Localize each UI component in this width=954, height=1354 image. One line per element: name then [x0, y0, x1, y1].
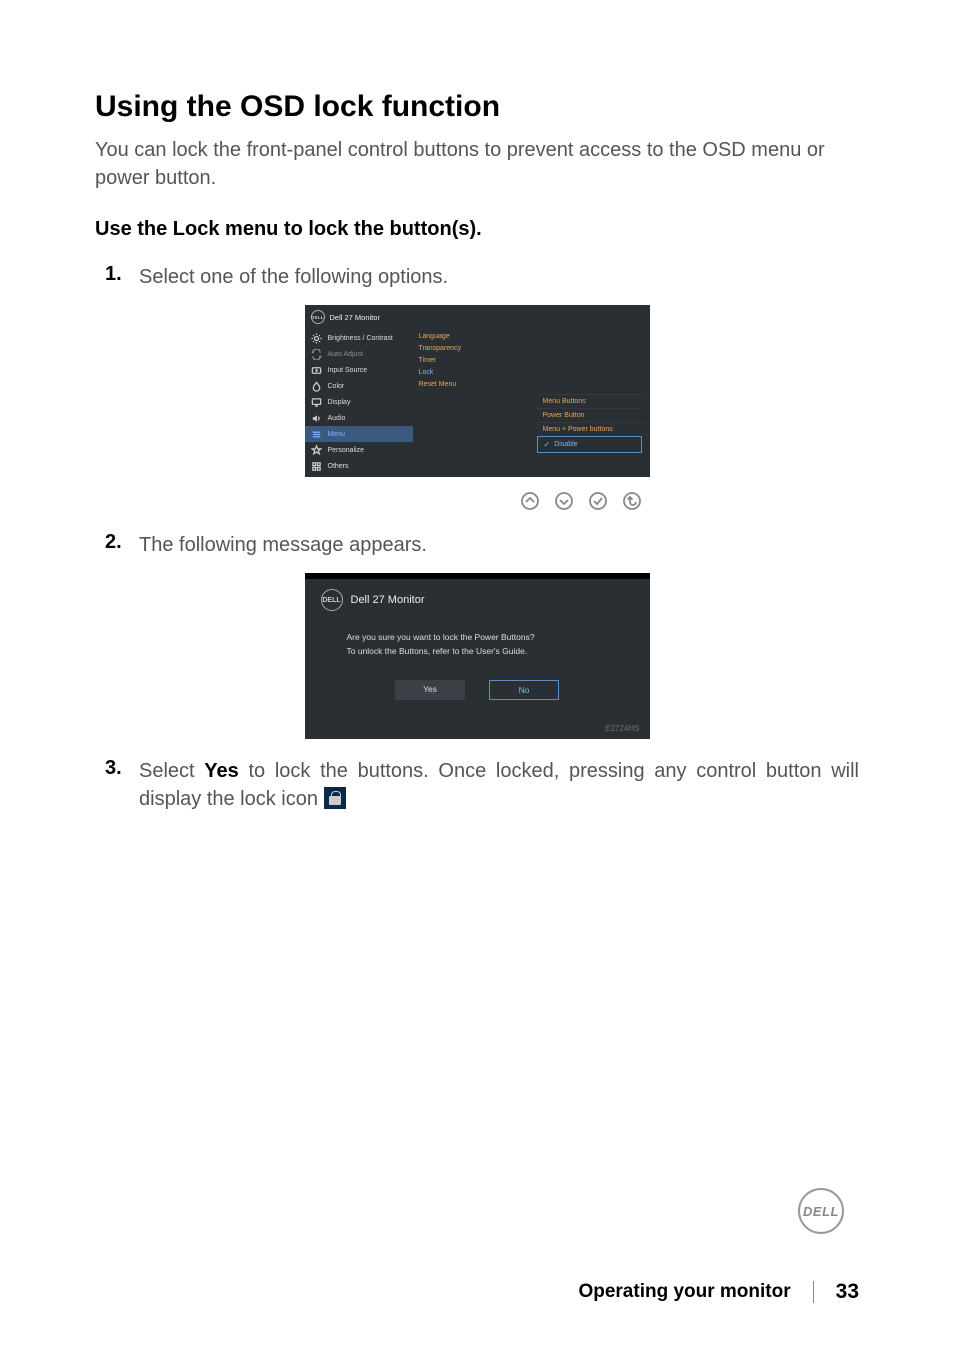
osd-title: Dell 27 Monitor	[330, 313, 380, 322]
dell-logo-small: DELL	[321, 589, 343, 611]
sidebar-label: Personalize	[328, 447, 365, 454]
menu-icon	[311, 429, 322, 440]
lock-option-disable[interactable]: ✓ Disable	[537, 436, 642, 453]
sidebar-label: Brightness / Contrast	[328, 335, 393, 342]
dell-logo-small: DELL	[311, 310, 325, 324]
sidebar-label: Auto Adjust	[328, 351, 363, 358]
footer-page-number: 33	[836, 1280, 859, 1304]
osd-nav-buttons	[305, 477, 650, 521]
sidebar-label: Display	[328, 399, 351, 406]
brightness-icon	[311, 333, 322, 344]
footer-section-title: Operating your monitor	[578, 1281, 790, 1303]
dell-logo-watermark: DELL	[798, 1188, 844, 1234]
lock-icon	[324, 787, 346, 809]
sidebar-item-audio[interactable]: Audio	[305, 410, 413, 426]
osd-title: Dell 27 Monitor	[351, 594, 425, 606]
sidebar-label: Audio	[328, 415, 346, 422]
sidebar-item-others[interactable]: Others	[305, 458, 413, 474]
nav-ok-icon[interactable]	[588, 491, 608, 511]
intro-text: You can lock the front-panel control but…	[95, 136, 859, 192]
sidebar-item-personalize[interactable]: Personalize	[305, 442, 413, 458]
lock-option-power-button[interactable]: Power Button	[537, 408, 642, 422]
osd-screenshot-1: DELL Dell 27 Monitor Brightness / Contra…	[305, 305, 650, 521]
osd-sidebar: Brightness / Contrast Auto Adjust Input …	[305, 328, 413, 477]
sidebar-label: Others	[328, 463, 349, 470]
osd-submenu: Language Transparency Timer Lock Reset M…	[413, 328, 523, 477]
step-3: 3. Select Yes to lock the buttons. Once …	[95, 757, 859, 813]
check-icon: ✓	[544, 440, 551, 449]
personalize-icon	[311, 445, 322, 456]
step-number: 3.	[105, 757, 139, 780]
audio-icon	[311, 413, 322, 424]
submenu-lock[interactable]: Lock	[413, 366, 523, 378]
step-2: 2. The following message appears.	[95, 531, 859, 559]
step-1: 1. Select one of the following options.	[95, 263, 859, 291]
step-text: Select Yes to lock the buttons. Once loc…	[139, 757, 859, 813]
sidebar-item-auto-adjust[interactable]: Auto Adjust	[305, 346, 413, 362]
submenu-language[interactable]: Language	[413, 330, 523, 342]
lock-options-dropdown: Menu Buttons Power Button Menu + Power b…	[537, 394, 642, 453]
lock-option-menu-buttons[interactable]: Menu Buttons	[537, 394, 642, 408]
sub-heading: Use the Lock menu to lock the button(s).	[95, 218, 859, 241]
yes-button[interactable]: Yes	[395, 680, 465, 700]
lock-option-menu-power[interactable]: Menu + Power buttons	[537, 422, 642, 436]
lock-option-label: Disable	[554, 441, 577, 448]
nav-down-icon[interactable]	[554, 491, 574, 511]
sidebar-item-input-source[interactable]: Input Source	[305, 362, 413, 378]
nav-back-icon[interactable]	[622, 491, 642, 511]
sidebar-item-menu[interactable]: Menu	[305, 426, 413, 442]
footer-divider	[813, 1281, 814, 1303]
input-source-icon	[311, 365, 322, 376]
sidebar-item-brightness[interactable]: Brightness / Contrast	[305, 330, 413, 346]
step-number: 1.	[105, 263, 139, 286]
no-button[interactable]: No	[489, 680, 559, 700]
model-label: E2724HS	[605, 724, 639, 733]
nav-up-icon[interactable]	[520, 491, 540, 511]
submenu-transparency[interactable]: Transparency	[413, 342, 523, 354]
submenu-timer[interactable]: Timer	[413, 354, 523, 366]
osd-screenshot-2: DELL Dell 27 Monitor Are you sure you wa…	[305, 573, 650, 739]
sidebar-item-color[interactable]: Color	[305, 378, 413, 394]
auto-adjust-icon	[311, 349, 322, 360]
color-icon	[311, 381, 322, 392]
step-text-rest: to lock the buttons. Once locked, pressi…	[139, 760, 859, 810]
step-text-bold: Yes	[204, 760, 238, 782]
display-icon	[311, 397, 322, 408]
sidebar-item-display[interactable]: Display	[305, 394, 413, 410]
others-icon	[311, 461, 322, 472]
step-text: Select one of the following options.	[139, 263, 859, 291]
submenu-reset[interactable]: Reset Menu	[413, 378, 523, 390]
sidebar-label: Input Source	[328, 367, 368, 374]
step-number: 2.	[105, 531, 139, 554]
page-footer: Operating your monitor 33	[0, 1280, 954, 1304]
sidebar-label: Color	[328, 383, 345, 390]
confirm-line-1: Are you sure you want to lock the Power …	[347, 631, 650, 645]
page-heading: Using the OSD lock function	[95, 90, 859, 124]
confirm-line-2: To unlock the Buttons, refer to the User…	[347, 645, 650, 659]
confirm-message: Are you sure you want to lock the Power …	[305, 631, 650, 658]
step-text: The following message appears.	[139, 531, 859, 559]
sidebar-label: Menu	[328, 431, 346, 438]
step-text-prefix: Select	[139, 760, 204, 782]
